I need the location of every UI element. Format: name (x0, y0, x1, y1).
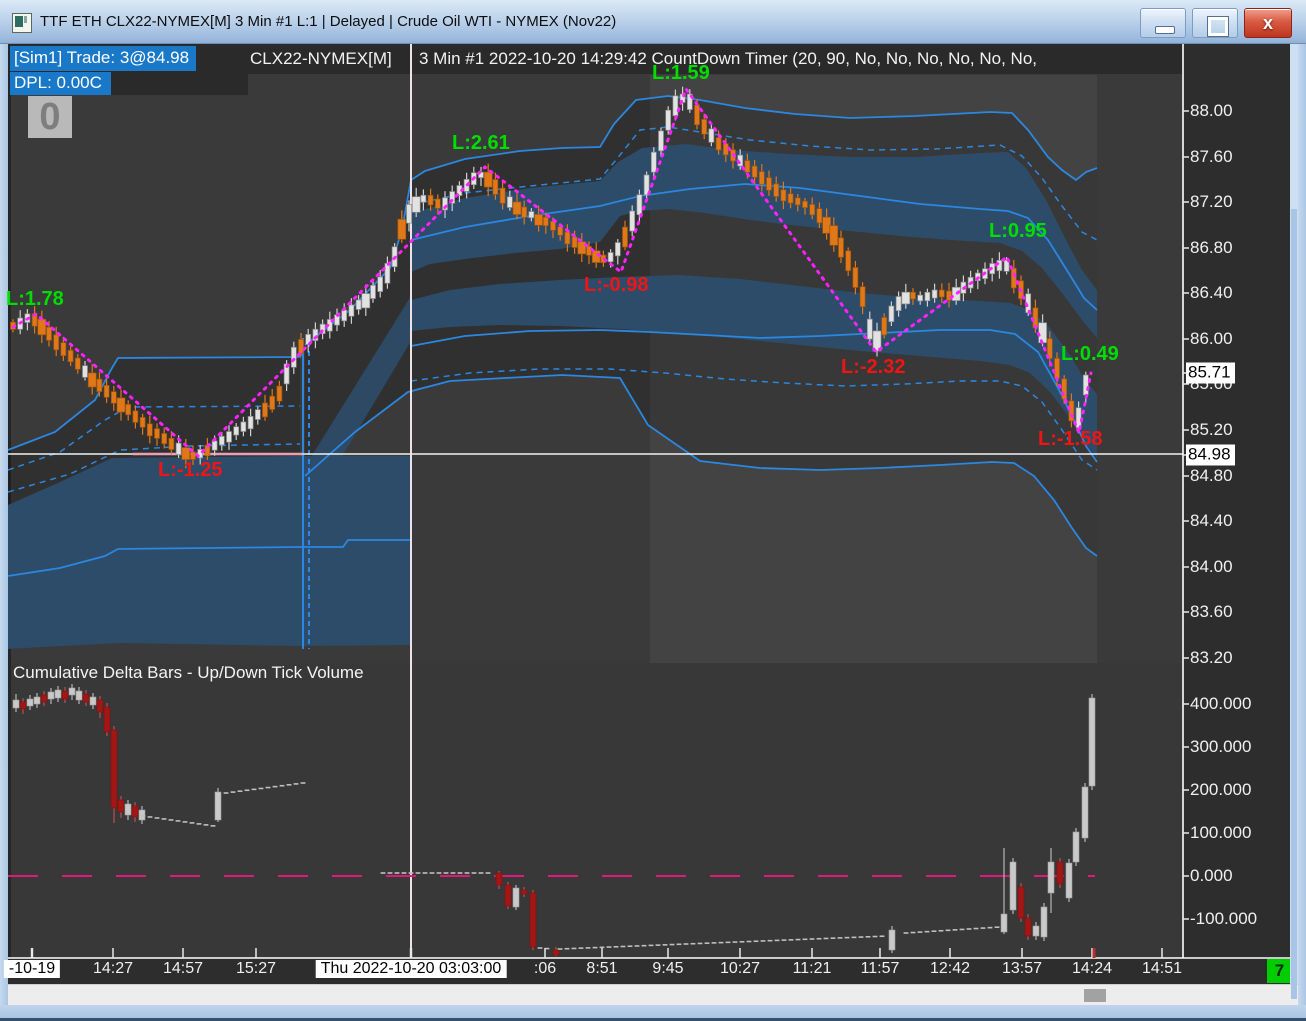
minimize-button[interactable] (1140, 8, 1186, 38)
zigzag-swing-label: L:-1.25 (158, 459, 223, 481)
bar-countdown-box: 7 (1267, 959, 1292, 983)
maximize-button[interactable] (1192, 8, 1238, 38)
delta-panel-title: Cumulative Delta Bars - Up/Down Tick Vol… (13, 663, 364, 682)
position-counter-box: 0 (28, 96, 72, 138)
zigzag-swing-label: L:1.59 (652, 62, 710, 84)
price-axis-tick-label: 85.20 (1190, 420, 1233, 439)
time-axis-label: :06 (533, 960, 557, 977)
delta-axis-tick-label: 200.000 (1190, 780, 1252, 799)
zigzag-swing-label: L:0.95 (989, 220, 1047, 242)
current-price-label: 85.71 (1186, 362, 1235, 384)
zigzag-swing-label: L:-0.98 (584, 274, 649, 296)
delta-axis-tick-label: 400.000 (1190, 694, 1252, 713)
zigzag-swing-label: L:2.61 (452, 132, 510, 154)
symbol-label: CLX22-NYMEX[M] (250, 49, 392, 68)
chart-info-label: 3 Min #1 2022-10-20 14:29:42 CountDown T… (419, 49, 1037, 68)
window-border-left (0, 44, 8, 1021)
price-axis-tick-label: 84.00 (1190, 557, 1233, 576)
minimize-icon (1155, 26, 1175, 34)
window-titlebar[interactable]: TTF ETH CLX22-NYMEX[M] 3 Min #1 L:1 | De… (0, 0, 1306, 44)
price-axis-tick-label: 83.60 (1190, 602, 1233, 621)
delta-axis-tick-label: 0.000 (1190, 866, 1233, 885)
price-axis-tick-label: 87.60 (1190, 147, 1233, 166)
close-icon: x (1262, 13, 1273, 33)
time-axis-label: 14:24 (1071, 960, 1113, 977)
window-border-right (1298, 44, 1306, 1021)
vertical-scrollbar[interactable] (1290, 44, 1298, 999)
time-axis-label: Thu 2022-10-20 03:03:00 (315, 960, 507, 978)
delta-axis-tick-label: -100.000 (1190, 909, 1258, 928)
time-axis-label: 15:27 (235, 960, 277, 977)
time-axis-label: 10:27 (719, 960, 761, 977)
time-axis-label: 11:21 (792, 960, 832, 977)
time-axis-label: 8:51 (586, 960, 618, 977)
zigzag-swing-label: L:1.78 (6, 288, 64, 310)
price-axis-tick-label: 88.00 (1190, 101, 1233, 120)
time-axis-label: 11:57 (860, 960, 900, 977)
horizontal-scrollbar[interactable] (8, 984, 1298, 1005)
app-icon (12, 13, 32, 33)
time-axis-label: 14:27 (92, 960, 134, 977)
trade-position-label: [Sim1] Trade: 3@84.98 (10, 46, 197, 71)
time-axis-label: 14:51 (1141, 960, 1183, 977)
window-title: TTF ETH CLX22-NYMEX[M] 3 Min #1 L:1 | De… (40, 13, 617, 30)
price-axis-tick-label: 86.80 (1190, 238, 1233, 257)
time-axis-label: 13:57 (1001, 960, 1043, 977)
chart-canvas[interactable] (8, 44, 1298, 1005)
time-axis-label: 12:42 (929, 960, 971, 977)
zigzag-swing-label: L:0.49 (1061, 343, 1119, 365)
time-axis-label: 9:45 (652, 960, 684, 977)
price-axis-tick-label: 87.20 (1190, 192, 1233, 211)
price-axis-tick-label: 86.00 (1190, 329, 1233, 348)
delta-axis-tick-label: 300.000 (1190, 737, 1252, 756)
maximize-icon (1207, 16, 1229, 37)
zigzag-swing-label: L:-1.58 (1038, 428, 1103, 450)
price-axis-tick-label: 83.20 (1190, 648, 1233, 667)
zigzag-swing-label: L:-2.32 (841, 356, 906, 378)
trade-price-label: 84.98 (1186, 444, 1235, 466)
time-axis-label: 14:57 (162, 960, 204, 977)
delta-axis-tick-label: 100.000 (1190, 823, 1252, 842)
horizontal-scrollbar-thumb[interactable] (1084, 989, 1106, 1002)
price-axis-tick-label: 86.40 (1190, 283, 1233, 302)
dpl-label: DPL: 0.00C (10, 72, 111, 95)
vertical-scrollbar-thumb[interactable] (1291, 209, 1297, 999)
time-axis-label: -10-19 (3, 960, 61, 978)
close-button[interactable]: x (1244, 8, 1292, 38)
price-axis-tick-label: 84.80 (1190, 466, 1233, 485)
price-axis-tick-label: 84.40 (1190, 511, 1233, 530)
